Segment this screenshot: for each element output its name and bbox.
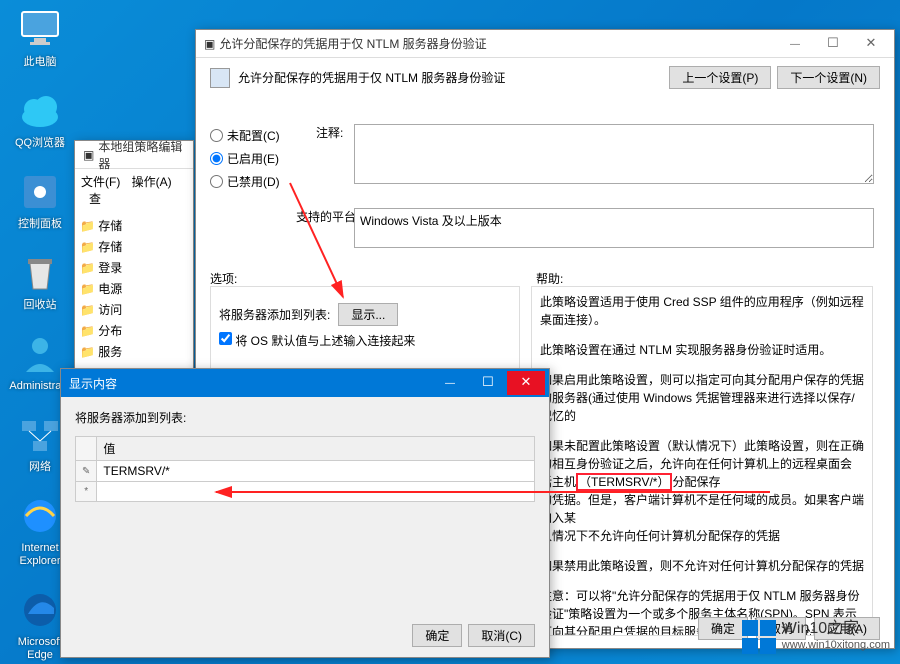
tree-item[interactable]: 📁 登录 bbox=[77, 257, 191, 278]
value-cell[interactable]: TERMSRV/* bbox=[97, 461, 535, 482]
maximize-button[interactable] bbox=[814, 32, 852, 56]
table-row[interactable]: * bbox=[76, 482, 535, 502]
help-text: 如果禁用此策略设置，则不允许对任何计算机分配保存的凭据 bbox=[540, 557, 864, 575]
desktop-icon-this-pc[interactable]: 此电脑 bbox=[8, 6, 72, 69]
close-button[interactable] bbox=[852, 32, 890, 56]
user-icon bbox=[16, 330, 64, 378]
help-text: 此策略设置在通过 NTLM 实现服务器身份验证时适用。 bbox=[540, 341, 864, 359]
desktop-icon-label: 控制面板 bbox=[8, 218, 72, 231]
desktop-icon-control-panel[interactable]: 控制面板 bbox=[8, 168, 72, 231]
cancel-button[interactable]: 取消(C) bbox=[468, 624, 535, 647]
config-radio-group: 未配置(C) 已启用(E) 已禁用(D) bbox=[210, 124, 280, 193]
watermark-url: www.win10xitong.com bbox=[782, 637, 890, 653]
tree-item[interactable]: 📁 存储 bbox=[77, 236, 191, 257]
value-cell[interactable] bbox=[97, 482, 535, 502]
maximize-button[interactable] bbox=[469, 371, 507, 395]
watermark-name: Win10之家 bbox=[782, 621, 890, 637]
help-text: 此策略设置适用于使用 Cred SSP 组件的应用程序（例如远程桌面连接）。 bbox=[540, 293, 864, 329]
edge-icon bbox=[16, 586, 64, 634]
row-marker: * bbox=[76, 482, 97, 502]
help-text: 如果启用此策略设置，则可以指定可向其分配用户保存的凭据的服务器(通过使用 Win… bbox=[540, 371, 864, 425]
gpedit-menubar[interactable]: 文件(F) 操作(A) 查 bbox=[75, 169, 193, 211]
show-contents-prompt: 将服务器添加到列表: bbox=[75, 409, 535, 426]
show-contents-title: 显示内容 bbox=[69, 375, 117, 392]
policy-titlebar[interactable]: ▣ 允许分配保存的凭据用于仅 NTLM 服务器身份验证 bbox=[196, 30, 894, 58]
help-text: 如果未配置此策略设置（默认情况下）此策略设置，则在正确的相互身份验证之后，允许向… bbox=[540, 437, 864, 545]
minimize-button[interactable] bbox=[776, 32, 814, 56]
gpedit-title: 本地组策略编辑器 bbox=[98, 138, 189, 172]
windows-logo-icon bbox=[742, 620, 776, 654]
radio-not-configured[interactable]: 未配置(C) bbox=[210, 124, 280, 147]
trash-icon bbox=[16, 249, 64, 297]
show-contents-titlebar[interactable]: 显示内容 bbox=[61, 369, 549, 397]
policy-subheader: 允许分配保存的凭据用于仅 NTLM 服务器身份验证 上一个设置(P) 下一个设置… bbox=[210, 66, 880, 89]
concat-checkbox[interactable]: 将 OS 默认值与上述输入连接起来 bbox=[219, 332, 415, 349]
prev-setting-button[interactable]: 上一个设置(P) bbox=[669, 66, 771, 89]
desktop-icon-label: 此电脑 bbox=[8, 56, 72, 69]
window-controls bbox=[431, 371, 545, 395]
comment-textarea[interactable] bbox=[354, 124, 874, 184]
minimize-button[interactable] bbox=[431, 371, 469, 395]
show-button[interactable]: 显示... bbox=[338, 303, 398, 326]
ok-button[interactable]: 确定 bbox=[412, 624, 462, 647]
termsrv-highlight: （TERMSRV/*） bbox=[576, 473, 672, 491]
row-marker: ✎ bbox=[76, 461, 97, 482]
menu-view[interactable]: 查 bbox=[89, 192, 101, 206]
tree-item[interactable]: 📁 分布 bbox=[77, 320, 191, 341]
comment-label: 注释: bbox=[316, 124, 343, 141]
help-label: 帮助: bbox=[536, 270, 563, 287]
ie-icon bbox=[16, 492, 64, 540]
show-contents-footer: 确定 取消(C) bbox=[412, 624, 535, 647]
gpedit-titlebar[interactable]: ▣ 本地组策略编辑器 bbox=[75, 141, 193, 169]
radio-disabled[interactable]: 已禁用(D) bbox=[210, 170, 280, 193]
close-button[interactable] bbox=[507, 371, 545, 395]
desktop-icon-qq-browser[interactable]: QQ浏览器 bbox=[8, 87, 72, 150]
cloud-icon bbox=[16, 87, 64, 135]
add-servers-label: 将服务器添加到列表: bbox=[219, 306, 330, 323]
policy-title: 允许分配保存的凭据用于仅 NTLM 服务器身份验证 bbox=[219, 35, 486, 52]
radio-enabled[interactable]: 已启用(E) bbox=[210, 147, 280, 170]
policy-subicon bbox=[210, 68, 230, 88]
menu-action[interactable]: 操作(A) bbox=[132, 175, 172, 189]
table-row[interactable]: ✎TERMSRV/* bbox=[76, 461, 535, 482]
ok-button[interactable]: 确定 bbox=[698, 617, 748, 640]
tree-item[interactable]: 📁 存储 bbox=[77, 215, 191, 236]
help-pane[interactable]: 此策略设置适用于使用 Cred SSP 组件的应用程序（例如远程桌面连接）。 此… bbox=[531, 286, 873, 636]
desktop-icon-recycle-bin[interactable]: 回收站 bbox=[8, 249, 72, 312]
platform-value: Windows Vista 及以上版本 bbox=[354, 208, 874, 248]
column-header-value[interactable]: 值 bbox=[97, 437, 535, 461]
gpedit-tree[interactable]: 📁 存储 📁 存储 📁 登录 📁 电源 📁 访问 📁 分布 📁 服务 bbox=[75, 211, 193, 366]
settings-icon bbox=[16, 168, 64, 216]
policy-subtitle: 允许分配保存的凭据用于仅 NTLM 服务器身份验证 bbox=[238, 69, 505, 86]
tree-item[interactable]: 📁 访问 bbox=[77, 299, 191, 320]
desktop-icon-label: 回收站 bbox=[8, 299, 72, 312]
tree-item[interactable]: 📁 电源 bbox=[77, 278, 191, 299]
desktop-icon-label: QQ浏览器 bbox=[8, 137, 72, 150]
menu-file[interactable]: 文件(F) bbox=[81, 175, 120, 189]
snapin-icon: ▣ bbox=[83, 148, 94, 162]
values-table[interactable]: 值 ✎TERMSRV/* * bbox=[75, 436, 535, 502]
network-icon bbox=[16, 411, 64, 459]
platform-label: 支持的平台: bbox=[296, 208, 359, 225]
show-contents-dialog: 显示内容 将服务器添加到列表: 值 ✎TERMSRV/* * 确定 取消(C) bbox=[60, 368, 550, 658]
tree-item[interactable]: 📁 服务 bbox=[77, 341, 191, 362]
options-label: 选项: bbox=[210, 270, 237, 287]
watermark: Win10之家 www.win10xitong.com bbox=[742, 620, 890, 654]
monitor-icon bbox=[16, 6, 64, 54]
next-setting-button[interactable]: 下一个设置(N) bbox=[777, 66, 880, 89]
policy-icon: ▣ bbox=[204, 37, 215, 51]
window-controls bbox=[776, 32, 890, 56]
